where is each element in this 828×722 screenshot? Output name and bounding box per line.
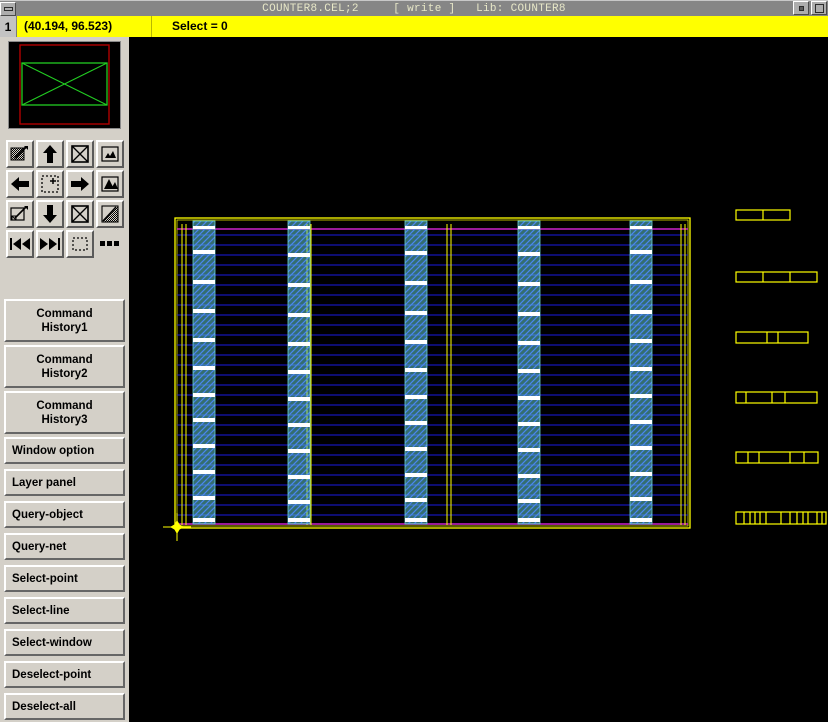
- select-line-button[interactable]: Select-line: [4, 597, 125, 624]
- tool-icon-grid: [6, 140, 126, 260]
- status-bar: 1 (40.194, 96.523) Select = 0: [0, 16, 828, 37]
- select-window-button[interactable]: Select-window: [4, 629, 125, 656]
- query-object-button[interactable]: Query-object: [4, 501, 125, 528]
- application-window: COUNTER8.CEL;2 [ write ] Lib: COUNTER8 1…: [0, 0, 828, 722]
- cell-column: [287, 220, 311, 525]
- window-controls: [793, 1, 827, 15]
- selection-count: Select = 0: [172, 19, 228, 33]
- select-area-icon[interactable]: [6, 140, 34, 168]
- window-menu-icon[interactable]: [0, 1, 16, 16]
- status-index: 1: [0, 16, 17, 37]
- window-menu-glyph: [3, 6, 13, 11]
- marquee-icon[interactable]: [66, 230, 94, 258]
- layout-overview-thumbnail[interactable]: [8, 41, 121, 129]
- layout-canvas[interactable]: [133, 37, 828, 722]
- tool-sidebar: Command History1 Command History2 Comman…: [0, 37, 131, 722]
- more-options-icon[interactable]: [96, 230, 124, 258]
- window-title: COUNTER8.CEL;2 [ write ] Lib: COUNTER8: [262, 2, 566, 15]
- query-net-button[interactable]: Query-net: [4, 533, 125, 560]
- cell-column: [517, 220, 541, 525]
- deselect-point-button[interactable]: Deselect-point: [4, 661, 125, 688]
- arrow-up-icon[interactable]: [36, 140, 64, 168]
- minimize-icon[interactable]: [793, 1, 809, 15]
- zoom-window-icon[interactable]: [36, 170, 64, 198]
- command-history-2-button[interactable]: Command History2: [4, 345, 125, 388]
- arrow-down-icon[interactable]: [36, 200, 64, 228]
- canvas-background: [133, 37, 828, 722]
- deselect-area-icon[interactable]: [6, 200, 34, 228]
- zoom-previous-icon[interactable]: [66, 200, 94, 228]
- zoom-out-icon[interactable]: [96, 140, 124, 168]
- select-point-button[interactable]: Select-point: [4, 565, 125, 592]
- window-option-button[interactable]: Window option: [4, 437, 125, 464]
- maximize-icon[interactable]: [811, 1, 827, 15]
- layer-panel-button[interactable]: Layer panel: [4, 469, 125, 496]
- cell-column: [192, 220, 216, 525]
- deselect-all-button[interactable]: Deselect-all: [4, 693, 125, 720]
- rewind-icon[interactable]: [6, 230, 34, 258]
- layout-graphic: [133, 37, 828, 722]
- zoom-in-icon[interactable]: [96, 170, 124, 198]
- arrow-left-icon[interactable]: [6, 170, 34, 198]
- thumbnail-graphic: [9, 42, 120, 128]
- command-history-3-button[interactable]: Command History3: [4, 391, 125, 434]
- fast-forward-icon[interactable]: [36, 230, 64, 258]
- maximize-glyph: [814, 3, 824, 13]
- cursor-coordinates: (40.194, 96.523): [17, 16, 152, 37]
- command-history-1-button[interactable]: Command History1: [4, 299, 125, 342]
- arrow-right-icon[interactable]: [66, 170, 94, 198]
- title-bar: COUNTER8.CEL;2 [ write ] Lib: COUNTER8: [0, 0, 828, 16]
- minimize-glyph: [798, 5, 804, 11]
- cell-column: [629, 220, 653, 525]
- cell-column: [404, 220, 428, 525]
- redraw-icon[interactable]: [96, 200, 124, 228]
- zoom-fit-icon[interactable]: [66, 140, 94, 168]
